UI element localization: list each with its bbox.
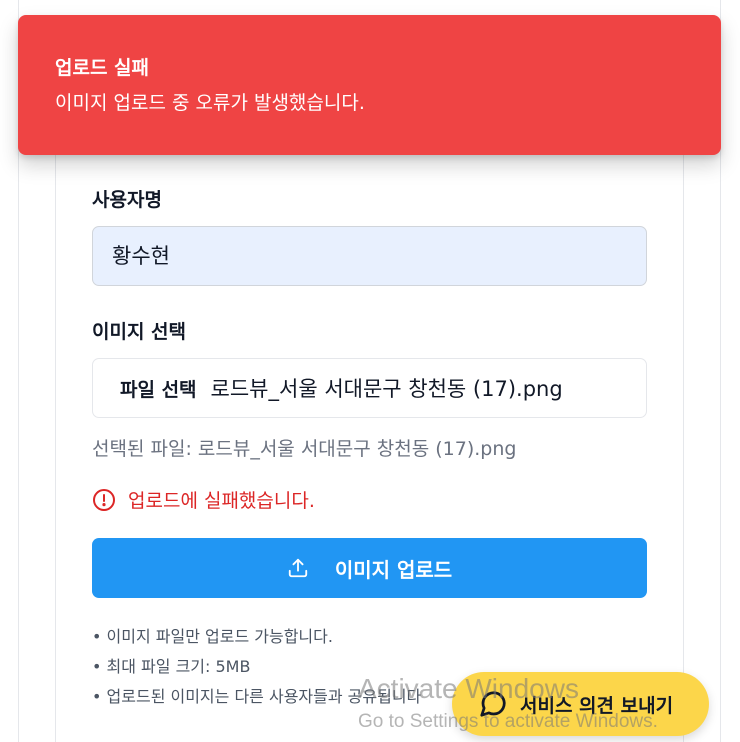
toast-title: 업로드 실패 bbox=[55, 57, 150, 79]
note-item: 이미지 파일만 업로드 가능합니다. bbox=[92, 622, 421, 652]
send-feedback-button[interactable]: 서비스 의견 보내기 bbox=[452, 672, 709, 736]
file-input-filename: 로드뷰_서울 서대문구 창천동 (17).png bbox=[210, 377, 563, 401]
error-message-text: 업로드에 실패했습니다. bbox=[128, 490, 315, 512]
note-item: 업로드된 이미지는 다른 사용자들과 공유됩니다 bbox=[92, 682, 422, 712]
toast-description: 이미지 업로드 중 오류가 발생했습니다. bbox=[55, 92, 365, 114]
upload-image-button[interactable]: 이미지 업로드 bbox=[92, 538, 647, 598]
choose-file-button[interactable]: 파일 선택 bbox=[120, 375, 197, 402]
feedback-label: 서비스 의견 보내기 bbox=[520, 694, 674, 717]
upload-button-label: 이미지 업로드 bbox=[334, 557, 453, 582]
error-message: 업로드에 실패했습니다. bbox=[92, 486, 315, 513]
note-item: 최대 파일 크기: 5MB bbox=[92, 652, 421, 682]
upload-notes: 이미지 파일만 업로드 가능합니다. 최대 파일 크기: 5MB 업로드된 이미… bbox=[92, 622, 422, 712]
username-input[interactable]: 황수현 bbox=[92, 226, 647, 286]
alert-circle-icon bbox=[93, 488, 115, 511]
selected-file-text: 선택된 파일: 로드뷰_서울 서대문구 창천동 (17).png bbox=[92, 438, 517, 460]
file-input[interactable]: 파일 선택 로드뷰_서울 서대문구 창천동 (17).png bbox=[92, 358, 647, 418]
image-select-label: 이미지 선택 bbox=[92, 321, 187, 343]
upload-icon bbox=[288, 558, 307, 578]
chat-bubble-icon bbox=[480, 691, 506, 717]
username-label: 사용자명 bbox=[92, 189, 162, 211]
error-toast: 업로드 실패 이미지 업로드 중 오류가 발생했습니다. bbox=[18, 15, 721, 155]
